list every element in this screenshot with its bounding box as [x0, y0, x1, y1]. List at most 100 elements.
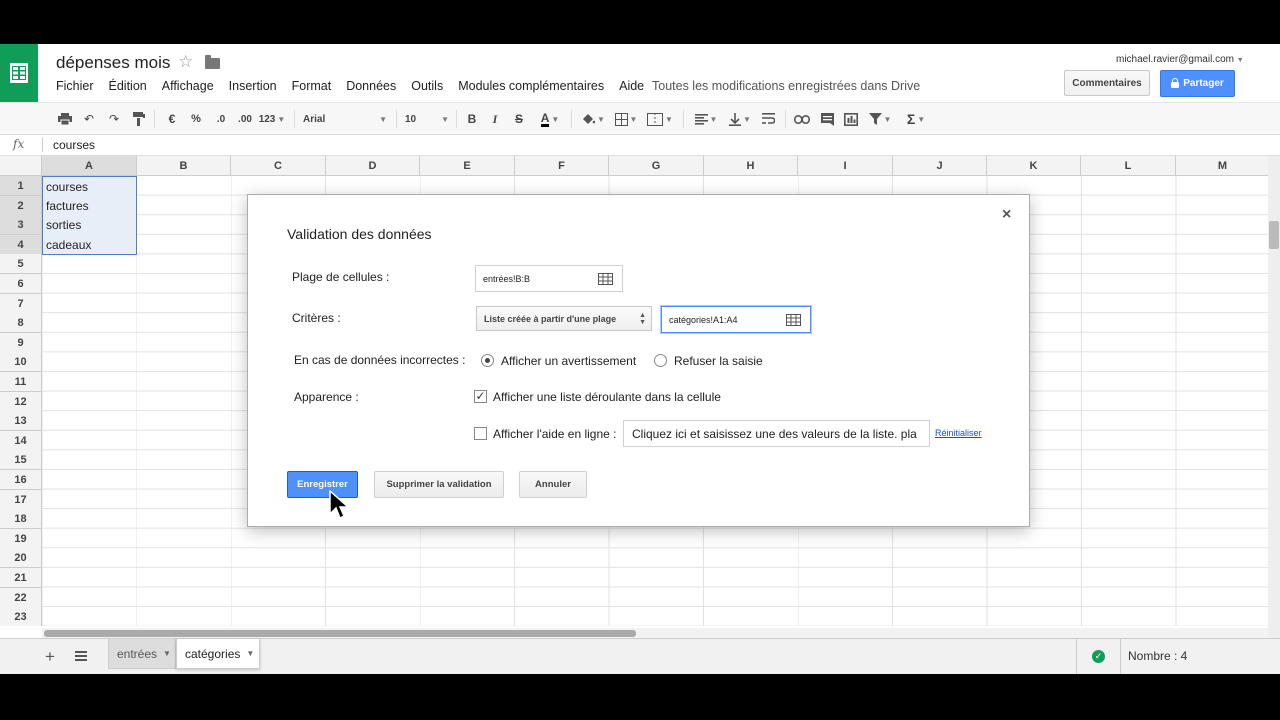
row-header[interactable]: 14: [0, 431, 42, 451]
column-header[interactable]: E: [420, 156, 515, 176]
star-icon[interactable]: ☆: [178, 52, 193, 72]
row-header[interactable]: 8: [0, 313, 42, 333]
font-family-dropdown[interactable]: Arial ▼: [303, 109, 387, 129]
row-header[interactable]: 7: [0, 294, 42, 314]
column-header[interactable]: G: [609, 156, 704, 176]
dropdown-option-label[interactable]: Afficher une liste déroulante dans la ce…: [493, 390, 721, 404]
menu-edition[interactable]: Édition: [109, 79, 147, 93]
reset-link[interactable]: Réinitialiser: [935, 428, 982, 438]
row-header[interactable]: 20: [0, 548, 42, 568]
menu-format[interactable]: Format: [292, 79, 332, 93]
decrease-decimals-button[interactable]: .0: [210, 109, 232, 129]
vertical-align-icon[interactable]: ▼: [725, 109, 755, 129]
currency-format-button[interactable]: €: [163, 109, 181, 129]
italic-button[interactable]: I: [487, 109, 503, 129]
row-header[interactable]: 9: [0, 333, 42, 353]
cancel-button[interactable]: Annuler: [519, 471, 587, 498]
column-header[interactable]: I: [798, 156, 893, 176]
help-text-input[interactable]: Cliquez ici et saisissez une des valeurs…: [623, 420, 930, 447]
text-color-button[interactable]: A ▼: [535, 109, 565, 129]
borders-icon[interactable]: ▼: [612, 109, 640, 129]
comments-button[interactable]: Commentaires: [1064, 70, 1150, 96]
sheet-tab-entrees[interactable]: entrées ▼: [108, 639, 176, 669]
reject-radio[interactable]: [654, 354, 667, 367]
account-email[interactable]: michael.ravier@gmail.com ▼: [1116, 54, 1244, 65]
column-header[interactable]: M: [1176, 156, 1268, 176]
menu-donnees[interactable]: Données: [346, 79, 396, 93]
criteria-select[interactable]: Liste créée à partir d'une plage ▲ ▼: [476, 306, 652, 331]
print-icon[interactable]: [56, 109, 74, 129]
reject-option-label[interactable]: Refuser la saisie: [674, 354, 763, 368]
row-header[interactable]: 5: [0, 254, 42, 274]
select-all-corner[interactable]: [0, 156, 42, 176]
sheet-tab-categories[interactable]: catégories ▼: [176, 639, 260, 669]
close-icon[interactable]: ×: [1002, 206, 1011, 224]
column-header[interactable]: A: [42, 156, 137, 176]
vertical-scroll-thumb[interactable]: [1269, 221, 1279, 249]
column-header[interactable]: J: [893, 156, 987, 176]
row-header[interactable]: 2: [0, 196, 42, 216]
formula-input[interactable]: courses: [53, 138, 95, 152]
cell-a3[interactable]: sorties: [42, 215, 137, 235]
row-header[interactable]: 23: [0, 607, 42, 626]
sheets-logo-icon[interactable]: [0, 44, 38, 102]
document-title[interactable]: dépenses mois: [56, 53, 170, 73]
row-header[interactable]: 12: [0, 392, 42, 412]
undo-icon[interactable]: ↶: [80, 109, 98, 129]
range-field[interactable]: entrées!B:B: [475, 265, 623, 292]
font-size-dropdown[interactable]: 10 ▼: [405, 109, 449, 129]
cell-a1[interactable]: courses: [42, 176, 137, 196]
warn-option-label[interactable]: Afficher un avertissement: [501, 354, 636, 368]
menu-affichage[interactable]: Affichage: [162, 79, 214, 93]
row-header[interactable]: 10: [0, 352, 42, 372]
remove-validation-button[interactable]: Supprimer la validation: [374, 471, 504, 498]
merge-cells-icon[interactable]: ▼: [645, 109, 675, 129]
cell-a2[interactable]: factures: [42, 196, 137, 216]
percent-format-button[interactable]: %: [187, 109, 205, 129]
horizontal-scroll-thumb[interactable]: [44, 630, 636, 637]
column-header[interactable]: K: [987, 156, 1081, 176]
column-header[interactable]: D: [326, 156, 420, 176]
row-header[interactable]: 21: [0, 568, 42, 588]
column-header[interactable]: H: [704, 156, 798, 176]
filter-icon[interactable]: ▼: [866, 109, 894, 129]
select-range-icon[interactable]: [786, 313, 801, 326]
add-sheet-icon[interactable]: +: [45, 647, 55, 667]
insert-chart-icon[interactable]: [842, 109, 860, 129]
row-header[interactable]: 15: [0, 450, 42, 470]
column-header[interactable]: F: [515, 156, 609, 176]
redo-icon[interactable]: ↷: [105, 109, 123, 129]
all-sheets-icon[interactable]: [75, 651, 87, 661]
row-header[interactable]: 17: [0, 490, 42, 510]
row-header[interactable]: 19: [0, 529, 42, 549]
insert-comment-icon[interactable]: [818, 109, 836, 129]
share-button[interactable]: Partager: [1160, 70, 1235, 97]
column-header[interactable]: B: [137, 156, 231, 176]
row-header[interactable]: 6: [0, 274, 42, 294]
row-header[interactable]: 1: [0, 176, 42, 196]
row-header[interactable]: 13: [0, 411, 42, 431]
menu-fichier[interactable]: Fichier: [56, 79, 94, 93]
row-header[interactable]: 16: [0, 470, 42, 490]
menu-outils[interactable]: Outils: [411, 79, 443, 93]
folder-icon[interactable]: [205, 55, 220, 69]
selection-summary[interactable]: Nombre : 4: [1128, 649, 1187, 663]
menu-insertion[interactable]: Insertion: [229, 79, 277, 93]
column-header[interactable]: C: [231, 156, 326, 176]
save-status[interactable]: Toutes les modifications enregistrées da…: [652, 79, 920, 93]
select-range-icon[interactable]: [598, 272, 613, 285]
strikethrough-button[interactable]: S: [511, 109, 527, 129]
dropdown-checkbox[interactable]: ✓: [474, 390, 487, 403]
cell-a4[interactable]: cadeaux: [42, 235, 137, 255]
row-header[interactable]: 3: [0, 215, 42, 235]
menu-modules[interactable]: Modules complémentaires: [458, 79, 604, 93]
warn-radio[interactable]: [481, 354, 494, 367]
insert-link-icon[interactable]: [793, 109, 811, 129]
row-header[interactable]: 4: [0, 235, 42, 255]
chevron-down-icon[interactable]: ▼: [163, 649, 171, 658]
bold-button[interactable]: B: [464, 109, 480, 129]
criteria-range-field[interactable]: catégories!A1:A4: [661, 306, 811, 333]
menu-aide[interactable]: Aide: [619, 79, 644, 93]
row-header[interactable]: 22: [0, 588, 42, 608]
increase-decimals-button[interactable]: .00: [234, 109, 256, 129]
